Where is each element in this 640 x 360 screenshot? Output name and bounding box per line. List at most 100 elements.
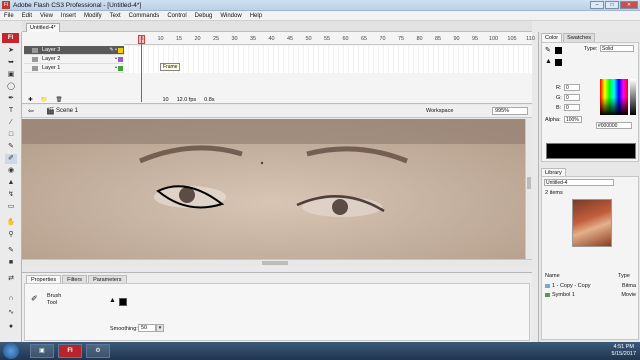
minimize-button[interactable]: – — [590, 1, 604, 9]
menu-bar: File Edit View Insert Modify Text Comman… — [0, 11, 640, 21]
paint-bucket-tool-icon[interactable]: ▲ — [5, 178, 17, 188]
scroll-thumb[interactable] — [527, 177, 531, 189]
selection-tool-icon[interactable]: ➤ — [5, 46, 17, 56]
menu-text[interactable]: Text — [106, 11, 125, 21]
free-transform-tool-icon[interactable]: ▣ — [5, 70, 17, 80]
document-tab[interactable]: Untitled-4* — [26, 23, 60, 32]
hand-tool-icon[interactable]: ✋ — [5, 218, 17, 228]
frame-number: 95 — [471, 36, 479, 42]
stroke-color-icon[interactable]: ✎ — [5, 246, 17, 256]
alpha-label: Alpha: — [545, 117, 561, 123]
stage-canvas[interactable] — [22, 119, 532, 259]
insert-folder-icon[interactable]: 📁 — [41, 97, 48, 104]
tab-swatches[interactable]: Swatches — [563, 33, 596, 42]
menu-modify[interactable]: Modify — [80, 11, 106, 21]
b-input[interactable]: 0 — [564, 104, 580, 111]
layer-icon — [32, 48, 38, 53]
smoothing-input[interactable]: 50 — [138, 324, 156, 332]
zoom-tool-icon[interactable]: ⚲ — [5, 230, 17, 240]
workspace-menu[interactable]: Workspace — [426, 108, 453, 114]
stroke-color-icon[interactable]: ✎ — [545, 46, 551, 54]
stroke-swatch[interactable] — [555, 47, 562, 54]
delete-layer-icon[interactable]: 🗑 — [55, 97, 62, 104]
layer-outline-color[interactable] — [118, 66, 123, 71]
rectangle-tool-icon[interactable]: □ — [5, 130, 17, 140]
frame-grid[interactable] — [124, 46, 532, 73]
pen-tool-icon[interactable]: ✒ — [5, 94, 17, 104]
smoothing-dropdown-icon[interactable]: ▾ — [156, 324, 164, 332]
menu-insert[interactable]: Insert — [57, 11, 80, 21]
frame-number: 70 — [379, 36, 386, 42]
taskbar-app-icon[interactable]: ⚙ — [86, 344, 110, 358]
stage-horizontal-scrollbar[interactable] — [22, 259, 532, 266]
library-item[interactable]: 1 - Copy - Copy Bitma — [544, 282, 638, 290]
layer-icon — [32, 66, 38, 71]
column-type[interactable]: Type — [618, 273, 630, 279]
eyedropper-tool-icon[interactable]: ↯ — [5, 190, 17, 200]
r-input[interactable]: 0 — [564, 84, 580, 91]
color-spectrum[interactable] — [600, 79, 628, 115]
taskbar-flash[interactable]: Fl — [58, 344, 82, 358]
eraser-tool-icon[interactable]: ▭ — [5, 202, 17, 212]
fill-color-swatch[interactable] — [119, 298, 127, 306]
zoom-select[interactable]: 995% — [492, 107, 528, 115]
library-item[interactable]: Symbol 1 Movie — [544, 291, 638, 299]
brush-tool-icon[interactable]: ✐ — [5, 154, 17, 164]
layer-outline-color[interactable] — [118, 57, 123, 62]
brightness-slider[interactable] — [630, 79, 636, 115]
frame-number: 60 — [342, 36, 349, 42]
type-select[interactable]: Solid — [600, 45, 634, 52]
show-desktop-icon[interactable]: ▣ — [30, 344, 54, 358]
playhead[interactable] — [141, 35, 142, 102]
fill-color-icon[interactable]: ▲ — [545, 58, 552, 65]
frame-number: 50 — [305, 36, 312, 42]
text-tool-icon[interactable]: T — [5, 106, 17, 116]
alpha-input[interactable]: 100% — [564, 116, 582, 123]
fill-color-icon[interactable]: ■ — [5, 258, 17, 268]
menu-edit[interactable]: Edit — [18, 11, 36, 21]
scene-name[interactable]: Scene 1 — [56, 108, 78, 114]
layer-row[interactable]: Layer 3 ✎ • • — [24, 46, 124, 55]
library-item-type: Bitma — [621, 283, 636, 289]
layer-row[interactable]: Layer 2 • • — [24, 55, 124, 64]
menu-view[interactable]: View — [36, 11, 57, 21]
fill-swatch[interactable] — [555, 59, 562, 66]
column-name[interactable]: Name — [545, 273, 560, 279]
pencil-tool-icon[interactable]: ✎ — [5, 142, 17, 152]
hex-input[interactable]: #000000 — [596, 122, 632, 129]
tab-color[interactable]: Color — [541, 33, 563, 42]
back-arrow-icon[interactable]: ⇦ — [28, 107, 34, 115]
menu-debug[interactable]: Debug — [191, 11, 217, 21]
stage-vertical-scrollbar[interactable] — [525, 119, 532, 259]
insert-layer-icon[interactable]: ✚ — [28, 97, 33, 104]
maximize-button[interactable]: □ — [605, 1, 619, 9]
subselection-tool-icon[interactable]: ➥ — [5, 58, 17, 68]
lasso-tool-icon[interactable]: ◯ — [5, 82, 17, 92]
frame-number: 85 — [434, 36, 442, 42]
swap-colors-icon[interactable]: ⇄ — [5, 274, 17, 284]
color-panel: ✎ ▲ Type: Solid R: 0 G: 0 B: 0 Alpha: 10… — [541, 42, 639, 162]
scroll-thumb[interactable] — [262, 261, 288, 265]
start-button[interactable] — [3, 343, 19, 359]
menu-control[interactable]: Control — [163, 11, 190, 21]
menu-window[interactable]: Window — [216, 11, 245, 21]
line-tool-icon[interactable]: ∕ — [5, 118, 17, 128]
library-document-select[interactable]: Untitled-4 — [544, 179, 614, 186]
snap-icon[interactable]: ∩ — [5, 294, 17, 304]
layer-row[interactable]: Layer 1 • • — [24, 64, 124, 73]
right-panel: Color Swatches ✎ ▲ Type: Solid R: 0 G: 0… — [538, 32, 640, 342]
window-title: Adobe Flash CS3 Professional - [Untitled… — [13, 1, 142, 9]
frame-number: 40 — [268, 36, 275, 42]
menu-help[interactable]: Help — [246, 11, 266, 21]
brush-size-icon[interactable]: ● — [5, 322, 17, 332]
library-item-name: 1 - Copy - Copy — [552, 283, 591, 289]
frame-ruler[interactable]: 5 10 15 20 25 30 35 40 45 50 55 60 65 70 75 80 85 90 95 100… — [124, 36, 535, 45]
frame-rate[interactable]: 12.0 fps — [177, 97, 197, 104]
layer-outline-color[interactable] — [118, 48, 123, 53]
menu-file[interactable]: File — [0, 11, 18, 21]
smooth-option-icon[interactable]: ∿ — [5, 308, 17, 318]
menu-commands[interactable]: Commands — [125, 11, 164, 21]
g-input[interactable]: 0 — [564, 94, 580, 101]
ink-bottle-tool-icon[interactable]: ◉ — [5, 166, 17, 176]
close-button[interactable]: ✕ — [620, 1, 638, 9]
